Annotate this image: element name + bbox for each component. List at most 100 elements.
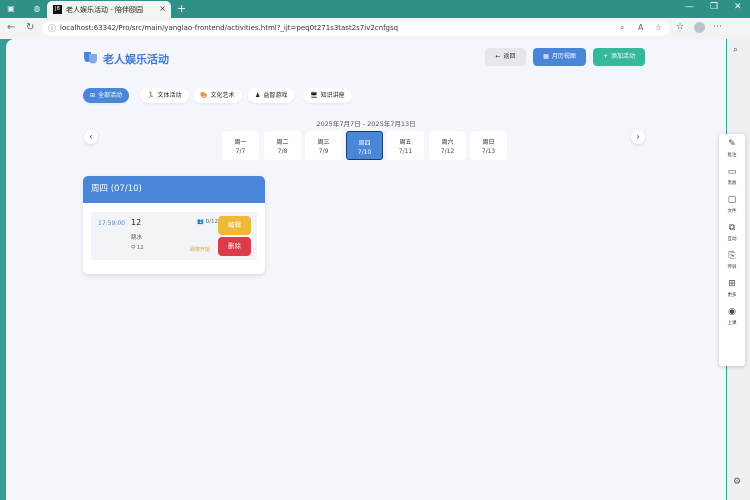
grid-icon: ⊞ [90, 92, 96, 99]
activity-item[interactable]: 17:59:00 12 跳水 ⚲ 12 👥 0/12 即将开始 编辑 删除 [91, 212, 257, 260]
browser-tab[interactable]: JB 老人娱乐活动 - 陪伴颐园 × [47, 1, 171, 18]
refresh-icon[interactable]: ↻ [26, 22, 34, 33]
filter-label: 全部活动 [98, 92, 123, 99]
next-week-button[interactable]: › [631, 130, 645, 144]
day-mon[interactable]: 周一 7/7 [222, 131, 259, 160]
filter-lecture[interactable]: 🖥 知识讲座 [303, 88, 352, 103]
runner-icon: 🏃 [147, 92, 155, 99]
back-arrow-icon[interactable]: ← [7, 22, 15, 33]
edge-tool-label: 上课 [727, 321, 737, 326]
day-name: 周四 [358, 140, 371, 147]
edge-tool-item[interactable]: ⊞ 更多 [719, 279, 745, 298]
puzzle-icon: ♟ [255, 92, 261, 99]
more-menu-icon[interactable]: ⋯ [713, 22, 722, 32]
month-view-button[interactable]: ▦ 月历视图 [533, 48, 586, 66]
edit-button[interactable]: 编辑 [218, 216, 251, 235]
favorites-icon[interactable]: ☆ [676, 22, 684, 32]
edge-tool-icon: ⧉ [728, 223, 736, 233]
edge-tool-item[interactable]: ⧉ 互动 [719, 223, 745, 242]
restore-icon[interactable]: ❐ [710, 2, 718, 12]
sidebar-toggle-icon[interactable]: ▣ [5, 3, 17, 15]
day-thu[interactable]: 周四 7/10 [346, 131, 383, 160]
edge-tool-icon: ✎ [728, 139, 736, 149]
zoom-icon[interactable]: ⌕ [620, 23, 624, 33]
filter-all[interactable]: ⊞ 全部活动 [83, 88, 130, 103]
edge-tool-item[interactable]: ▢ 文件 [719, 195, 745, 214]
day-card: 周四 (07/10) 17:59:00 12 跳水 ⚲ 12 👥 0/12 即将… [83, 176, 265, 274]
day-tue[interactable]: 周二 7/8 [264, 131, 301, 160]
day-fri[interactable]: 周五 7/11 [387, 131, 424, 160]
add-activity-button[interactable]: + 添加活动 [593, 48, 645, 66]
edge-tool-icon: ▭ [727, 167, 737, 177]
arrow-left-icon: ← [495, 53, 501, 60]
address-bar[interactable]: ⓘ localhost:63342/Pro/src/main/yanglao-f… [42, 21, 670, 36]
new-tab-button[interactable]: + [177, 2, 186, 15]
day-name: 周五 [399, 139, 412, 146]
week-range: 2025年7月7日 - 2025年7月13日 [316, 120, 416, 128]
people-icon: 👥 [197, 219, 204, 225]
edge-tool-label: 文件 [727, 209, 737, 214]
filter-label: 文化艺术 [210, 92, 235, 99]
palette-icon: 🎨 [200, 92, 208, 99]
activity-category: 跳水 [131, 235, 143, 241]
day-sat[interactable]: 周六 7/12 [429, 131, 466, 160]
day-card-title: 周四 (07/10) [83, 176, 265, 203]
edge-tool-item[interactable]: ✎ 批注 [719, 139, 745, 158]
day-date: 7/11 [398, 148, 413, 155]
plus-icon: + [602, 53, 608, 60]
day-sun[interactable]: 周日 7/13 [470, 131, 507, 160]
edge-tool-item[interactable]: ⎘ 传屏 [719, 251, 745, 270]
delete-button[interactable]: 删除 [218, 237, 251, 256]
globe-icon[interactable]: ◍ [31, 3, 43, 15]
edge-toolbox: ✎ 批注 ▭ 黑板 ▢ 文件 ⧉ 互动 ⎘ 传屏 ⊞ 更多 ◉ 上课 [719, 134, 745, 366]
back-label: 返回 [503, 53, 516, 60]
filter-sports[interactable]: 🏃 文体活动 [140, 88, 189, 103]
edge-tool-icon: ◉ [728, 307, 736, 317]
add-label: 添加活动 [611, 53, 636, 60]
edge-tool-item[interactable]: ▭ 黑板 [719, 167, 745, 186]
participants-count: 0/12 [205, 219, 218, 225]
close-window-icon[interactable]: ✕ [734, 2, 742, 12]
day-name: 周一 [234, 139, 247, 146]
minimize-icon[interactable]: — [685, 2, 694, 12]
browser-titlebar: ▣ ◍ JB 老人娱乐活动 - 陪伴颐园 × + — ❐ ✕ [0, 0, 750, 18]
day-wed[interactable]: 周三 7/9 [305, 131, 342, 160]
chevron-right-icon: › [636, 132, 640, 141]
day-date: 7/12 [440, 148, 455, 155]
day-date: 7/10 [357, 149, 372, 156]
month-view-label: 月历视图 [551, 53, 576, 60]
activity-title: 12 [131, 218, 142, 227]
edge-tool-icon: ⊞ [728, 279, 736, 289]
info-icon: ⓘ [48, 24, 56, 33]
day-name: 周三 [317, 139, 330, 146]
day-date: 7/13 [481, 148, 496, 155]
location-text: 12 [136, 245, 144, 251]
filter-label: 知识讲座 [320, 92, 345, 99]
filter-label: 益智游戏 [263, 92, 288, 99]
location-pin-icon: ⚲ [131, 245, 136, 251]
gear-icon[interactable]: ⚙ [733, 477, 741, 487]
profile-avatar[interactable] [694, 22, 705, 33]
filter-label: 文体活动 [157, 92, 182, 99]
edge-tool-label: 批注 [727, 153, 737, 158]
edge-tool-icon: ⎘ [728, 251, 736, 261]
edge-tool-icon: ▢ [727, 195, 737, 205]
activity-time: 17:59:00 [98, 220, 125, 227]
edge-tool-item[interactable]: ◉ 上课 [719, 307, 745, 326]
edge-tool-label: 黑板 [727, 181, 737, 186]
read-aloud-icon[interactable]: A [638, 23, 643, 32]
search-icon[interactable]: ⌕ [733, 45, 738, 55]
day-date: 7/7 [235, 148, 246, 155]
lecture-icon: 🖥 [310, 92, 318, 99]
edge-tool-label: 互动 [727, 237, 737, 242]
close-tab-icon[interactable]: × [159, 4, 166, 13]
favorite-star-icon[interactable]: ☆ [655, 23, 662, 32]
filter-arts[interactable]: 🎨 文化艺术 [193, 88, 242, 103]
page-title: 老人娱乐活动 [103, 53, 169, 66]
address-text[interactable]: localhost:63342/Pro/src/main/yanglao-fro… [60, 24, 398, 32]
filter-puzzle[interactable]: ♟ 益智游戏 [248, 88, 295, 103]
day-name: 周二 [276, 139, 289, 146]
prev-week-button[interactable]: ‹ [84, 130, 98, 144]
edge-tool-label: 传屏 [727, 265, 737, 270]
back-button[interactable]: ← 返回 [485, 48, 526, 66]
